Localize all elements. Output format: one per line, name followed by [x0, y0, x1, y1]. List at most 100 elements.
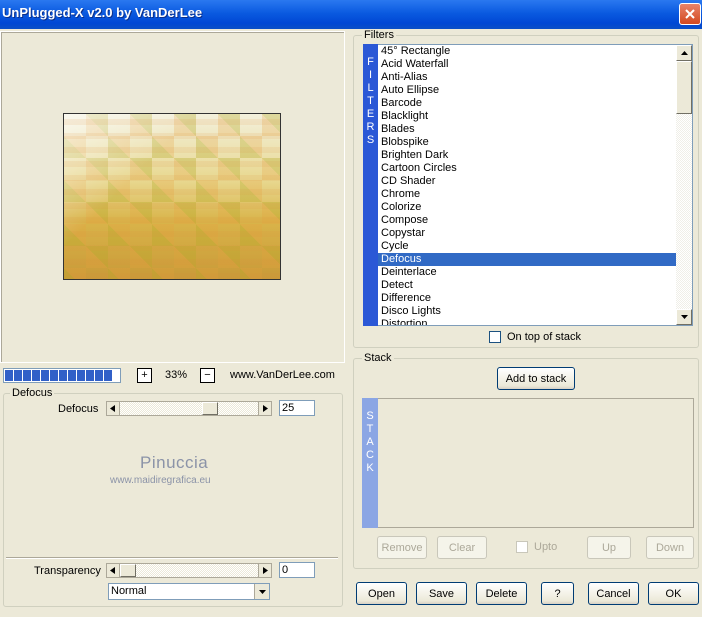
filter-item[interactable]: Acid Waterfall: [378, 58, 676, 71]
slider-left-button[interactable]: [107, 564, 120, 577]
down-button[interactable]: Down: [646, 536, 694, 559]
open-button[interactable]: Open: [356, 582, 407, 605]
filter-item[interactable]: Cartoon Circles: [378, 162, 676, 175]
cancel-button[interactable]: Cancel: [588, 582, 639, 605]
zoom-in-button[interactable]: +: [137, 368, 152, 383]
progress-segment: [14, 370, 22, 381]
slider-thumb[interactable]: [120, 564, 136, 577]
clear-button[interactable]: Clear: [437, 536, 487, 559]
progress-segment: [50, 370, 58, 381]
slider-right-button[interactable]: [258, 402, 271, 415]
ok-button[interactable]: OK: [648, 582, 699, 605]
filter-item[interactable]: Barcode: [378, 97, 676, 110]
progress-segment: [41, 370, 49, 381]
filter-item[interactable]: Brighten Dark: [378, 149, 676, 162]
filter-item[interactable]: 45° Rectangle: [378, 45, 676, 58]
zoom-value: 33%: [164, 369, 188, 381]
strip-letter: C: [366, 449, 374, 461]
strip-letter: S: [366, 134, 375, 146]
defocus-value-field[interactable]: 25: [279, 400, 315, 416]
strip-letter: T: [367, 95, 374, 107]
checkbox-box[interactable]: [489, 331, 501, 343]
checkbox-box[interactable]: [516, 541, 528, 553]
slider-track[interactable]: [120, 564, 258, 577]
arrow-right-icon: [263, 567, 268, 574]
filter-item[interactable]: Defocus: [378, 253, 676, 266]
filters-list[interactable]: 45° Rectangle Acid Waterfall Anti-Alias Aut…: [378, 44, 676, 326]
add-to-stack-button[interactable]: Add to stack: [497, 367, 575, 390]
filter-item[interactable]: Blades: [378, 123, 676, 136]
filters-scrollbar[interactable]: [676, 44, 693, 326]
filter-item[interactable]: Colorize: [378, 201, 676, 214]
progress-bar: [3, 368, 121, 383]
filter-item[interactable]: CD Shader: [378, 175, 676, 188]
filter-item[interactable]: Difference: [378, 292, 676, 305]
transparency-value-field[interactable]: 0: [279, 562, 315, 578]
transparency-label: Transparency: [34, 565, 101, 577]
filter-item[interactable]: Deinterlace: [378, 266, 676, 279]
preview-image[interactable]: [63, 113, 281, 280]
delete-button[interactable]: Delete: [476, 582, 527, 605]
upto-checkbox[interactable]: Upto: [516, 541, 557, 553]
close-icon: [685, 9, 695, 19]
scroll-thumb[interactable]: [676, 61, 692, 114]
strip-letter: S: [366, 410, 374, 422]
filter-item[interactable]: Anti-Alias: [378, 71, 676, 84]
watermark-name: Pinuccia: [140, 453, 209, 472]
filters-strip: FILTERS: [363, 44, 378, 326]
progress-segment: [68, 370, 76, 381]
strip-letter: T: [366, 423, 374, 435]
strip-letter: A: [366, 436, 374, 448]
transparency-slider[interactable]: [106, 563, 272, 578]
progress-segment: [86, 370, 94, 381]
zoom-out-button[interactable]: −: [200, 368, 215, 383]
help-button[interactable]: ?: [541, 582, 574, 605]
remove-button[interactable]: Remove: [377, 536, 427, 559]
save-button[interactable]: Save: [416, 582, 467, 605]
defocus-param-label: Defocus: [58, 403, 99, 415]
on-top-label: On top of stack: [507, 331, 581, 343]
progress-segment: [23, 370, 31, 381]
scroll-down-button[interactable]: [676, 309, 692, 325]
arrow-left-icon: [110, 405, 115, 412]
stack-group-label: Stack: [362, 352, 394, 364]
progress-segment: [32, 370, 40, 381]
filter-item[interactable]: Blacklight: [378, 110, 676, 123]
on-top-checkbox[interactable]: On top of stack: [489, 331, 581, 343]
slider-track[interactable]: [120, 402, 258, 415]
defocus-slider[interactable]: [106, 401, 272, 416]
progress-segment: [59, 370, 67, 381]
progress-segment: [5, 370, 13, 381]
scroll-up-button[interactable]: [676, 45, 692, 61]
progress-segment: [104, 370, 112, 381]
strip-letter: F: [367, 56, 374, 68]
filter-item[interactable]: Disco Lights: [378, 305, 676, 318]
filter-item[interactable]: Cycle: [378, 240, 676, 253]
strip-letter: I: [368, 69, 373, 81]
watermark-url: www.maidiregrafica.eu: [110, 475, 211, 486]
stack-list[interactable]: [378, 398, 694, 528]
slider-left-button[interactable]: [107, 402, 120, 415]
chevron-up-icon: [680, 51, 688, 55]
strip-letter: L: [367, 82, 374, 94]
divider: [6, 557, 338, 559]
strip-letter: R: [366, 121, 375, 133]
up-button[interactable]: Up: [587, 536, 631, 559]
strip-letter: K: [366, 462, 374, 474]
arrow-left-icon: [110, 567, 115, 574]
dropdown-button[interactable]: [254, 584, 269, 599]
filter-item[interactable]: Compose: [378, 214, 676, 227]
website-link[interactable]: www.VanDerLee.com: [230, 369, 335, 381]
filter-item[interactable]: Copystar: [378, 227, 676, 240]
filter-item[interactable]: Auto Ellipse: [378, 84, 676, 97]
filter-item[interactable]: Detect: [378, 279, 676, 292]
slider-right-button[interactable]: [258, 564, 271, 577]
filter-item[interactable]: Distortion: [378, 318, 676, 325]
filter-item[interactable]: Chrome: [378, 188, 676, 201]
blend-mode-select[interactable]: Normal: [108, 583, 270, 600]
filter-item[interactable]: Blobspike: [378, 136, 676, 149]
close-button[interactable]: [679, 3, 701, 25]
defocus-group-label: Defocus: [10, 387, 55, 399]
arrow-right-icon: [263, 405, 268, 412]
slider-thumb[interactable]: [202, 402, 218, 415]
